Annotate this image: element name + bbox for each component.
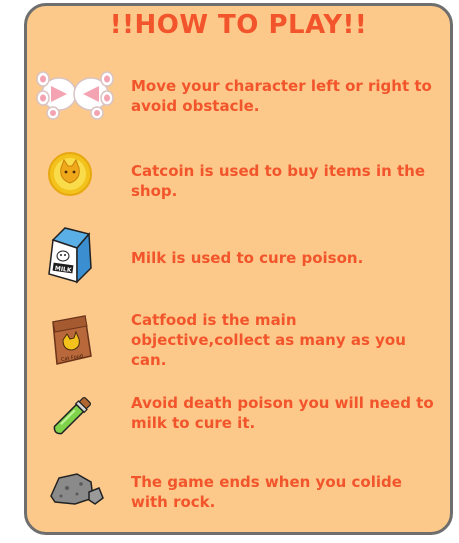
catfood-bag-icon: Cat Food [52, 315, 92, 365]
panel-title: !!HOW TO PLAY!! [109, 10, 368, 40]
how-to-play-panel: !!HOW TO PLAY!! Move your character left… [24, 3, 453, 535]
rule-row-move: Move your character left or right to avo… [27, 64, 450, 124]
rule-row-milk: MILK Milk is used to cure poison. [27, 226, 450, 286]
cat-paws-icon [36, 71, 114, 120]
rule-text-rock: The game ends when you colide with rock. [131, 473, 402, 511]
rule-text-milk: Milk is used to cure poison. [131, 249, 364, 267]
milk-carton-icon: MILK [48, 227, 92, 284]
rule-text-catcoin: Catcoin is used to buy items in the shop… [131, 162, 426, 200]
poison-vial-icon [53, 397, 91, 435]
rule-row-rock: The game ends when you colide with rock. [27, 468, 450, 518]
rule-text-move: Move your character left or right to avo… [131, 77, 432, 115]
rule-row-catfood: Cat Food Catfood is the main objective,c… [27, 308, 450, 370]
rule-row-catcoin: Catcoin is used to buy items in the shop… [27, 151, 450, 201]
catcoin-icon [48, 152, 92, 196]
rock-icon [50, 473, 104, 505]
rule-row-poison: Avoid death poison you will need to milk… [27, 391, 450, 441]
rule-text-catfood: Catfood is the main objective,collect as… [131, 311, 406, 369]
rule-text-poison: Avoid death poison you will need to milk… [131, 394, 434, 432]
